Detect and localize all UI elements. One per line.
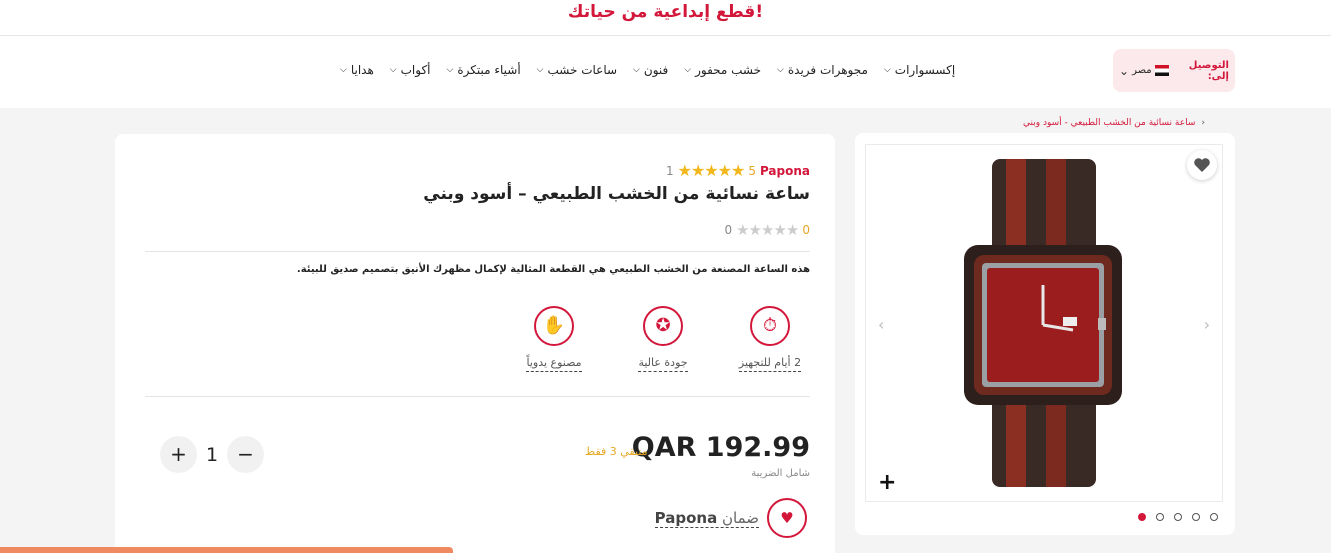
product-image [964,159,1122,487]
chevron-down-icon: ⌵ [389,65,397,75]
menu-item-carved-wood[interactable]: خشب محفور ⌵ [684,63,761,77]
reviews-stars: ★★★★★ [736,221,799,239]
chevron-down-icon: ⌵ [883,65,891,75]
product-price: QAR 192.99 [631,432,810,463]
stock-notice: متبقي 3 فقط [585,445,648,458]
chevron-down-icon: ⌵ [777,65,784,75]
quantity-stepper: + 1 − [160,436,264,473]
handshake-heart-icon: ♥ [767,498,807,538]
gallery-dot[interactable] [1192,513,1200,521]
tax-note: شامل الضريبة [751,468,810,479]
zoom-plus-button[interactable]: + [878,470,896,495]
reviews-rating-value: 0 [802,223,810,237]
shipping-country: مصر [1132,65,1152,76]
chevron-down-icon: ⌵ [340,65,347,75]
product-title: ساعة نسائية من الخشب الطبيعي – أسود وبني [423,184,810,204]
quantity-value[interactable]: 1 [197,444,227,466]
scroll-progress-bar [0,547,453,553]
breadcrumb: ‹ ساعة نسائية من الخشب الطبيعي - أسود وب… [1023,118,1205,128]
guarantee-label: ضمان [722,508,759,527]
menu-item-label: ساعات خشب [547,63,618,77]
rating-stars: ★★★★★ [677,161,746,180]
divider [145,396,810,397]
heart-icon [1194,158,1210,172]
menu-item-label: أشياء مبتكرة [457,63,521,77]
divider [145,251,810,252]
menu-item-label: خشب محفور [695,63,762,77]
guarantee-brand: Papona [654,508,718,527]
timer-icon: ⏱ [750,306,790,346]
promo-bar: قطع إبداعية من حياتك! [0,0,1331,36]
hand-icon: ✋ [534,306,574,346]
guarantee-text: ضمان Papona [654,508,759,528]
gallery-dot[interactable] [1138,513,1146,521]
menu-item-label: أكواب [400,63,431,77]
decrease-quantity-button[interactable]: − [227,436,264,473]
feature-handmade: ✋ مصنوع يدوياً [504,306,604,372]
menu-item-wood-watches[interactable]: ساعات خشب ⌵ [537,63,617,77]
egypt-flag-icon [1154,65,1169,76]
increase-quantity-button[interactable]: + [160,436,197,473]
chevron-down-icon: ⌵ [446,65,454,75]
shipping-label: التوصيل إلى: [1188,59,1229,82]
menu-item-arts[interactable]: فنون ⌵ [633,63,668,77]
brand-rating-row: Papona 5 ★★★★★ 1 [666,161,810,180]
category-menu: إكسسوارات ⌵ مجوهرات فريدة ⌵ خشب محفور ⌵ فنو… [340,63,955,77]
menu-item-mugs[interactable]: أكواب ⌵ [390,63,431,77]
chevron-down-icon: ⌵ [536,65,544,75]
product-info-card: Papona 5 ★★★★★ 1 ساعة نسائية من الخشب ال… [115,134,835,553]
feature-label[interactable]: 2 أيام للتجهيز [738,356,802,372]
breadcrumb-current[interactable]: ساعة نسائية من الخشب الطبيعي - أسود وبني [1023,118,1195,128]
main-navbar: التوصيل إلى: مصر ⌄ إكسسوارات ⌵ مجوهرات فر… [0,36,1331,108]
gallery-dot[interactable] [1156,513,1164,521]
reviews-rating-row[interactable]: 0 ★★★★★ 0 [724,221,810,239]
wishlist-button[interactable] [1187,150,1217,180]
rating-value: 5 [748,163,756,178]
feature-label[interactable]: مصنوع يدوياً [526,356,582,372]
feature-prep-time: ⏱ 2 أيام للتجهيز [720,306,820,372]
menu-item-accessories[interactable]: إكسسوارات ⌵ [884,63,955,77]
gallery-next-button[interactable]: › [1204,315,1210,334]
chevron-down-icon: ⌵ [684,65,692,75]
gallery-dots [1138,513,1218,521]
guarantee-badge[interactable]: ♥ ضمان Papona [654,498,807,538]
promo-text: قطع إبداعية من حياتك! [567,2,764,22]
reviews-count: 0 [724,223,733,237]
chevron-down-icon: ⌄ [1119,63,1130,78]
menu-item-label: إكسسوارات [894,63,956,77]
shipping-country-selector[interactable]: التوصيل إلى: مصر ⌄ [1113,49,1235,92]
gallery-dot[interactable] [1174,513,1182,521]
product-description: هذه الساعة المصنعة من الخشب الطبيعي هي ا… [296,264,810,275]
rating-count: 1 [665,163,674,178]
menu-item-label: فنون [643,63,669,77]
menu-item-innovative[interactable]: أشياء مبتكرة ⌵ [447,63,521,77]
quality-badge-icon: ✪ [643,306,683,346]
feature-quality: ✪ جودة عالية [613,306,713,372]
product-image-frame: ‹ › + [865,144,1223,502]
menu-item-gifts[interactable]: هدايا ⌵ [340,63,374,77]
product-gallery: ‹ › + [855,133,1235,535]
menu-item-jewelry[interactable]: مجوهرات فريدة ⌵ [777,63,868,77]
chevron-right-icon: ‹ [1201,118,1205,128]
chevron-down-icon: ⌵ [633,65,640,75]
feature-label[interactable]: جودة عالية [638,356,688,372]
brand-link[interactable]: Papona [760,164,810,178]
menu-item-label: هدايا [350,63,374,77]
menu-item-label: مجوهرات فريدة [787,63,868,77]
gallery-prev-button[interactable]: ‹ [878,315,884,334]
gallery-dot[interactable] [1210,513,1218,521]
